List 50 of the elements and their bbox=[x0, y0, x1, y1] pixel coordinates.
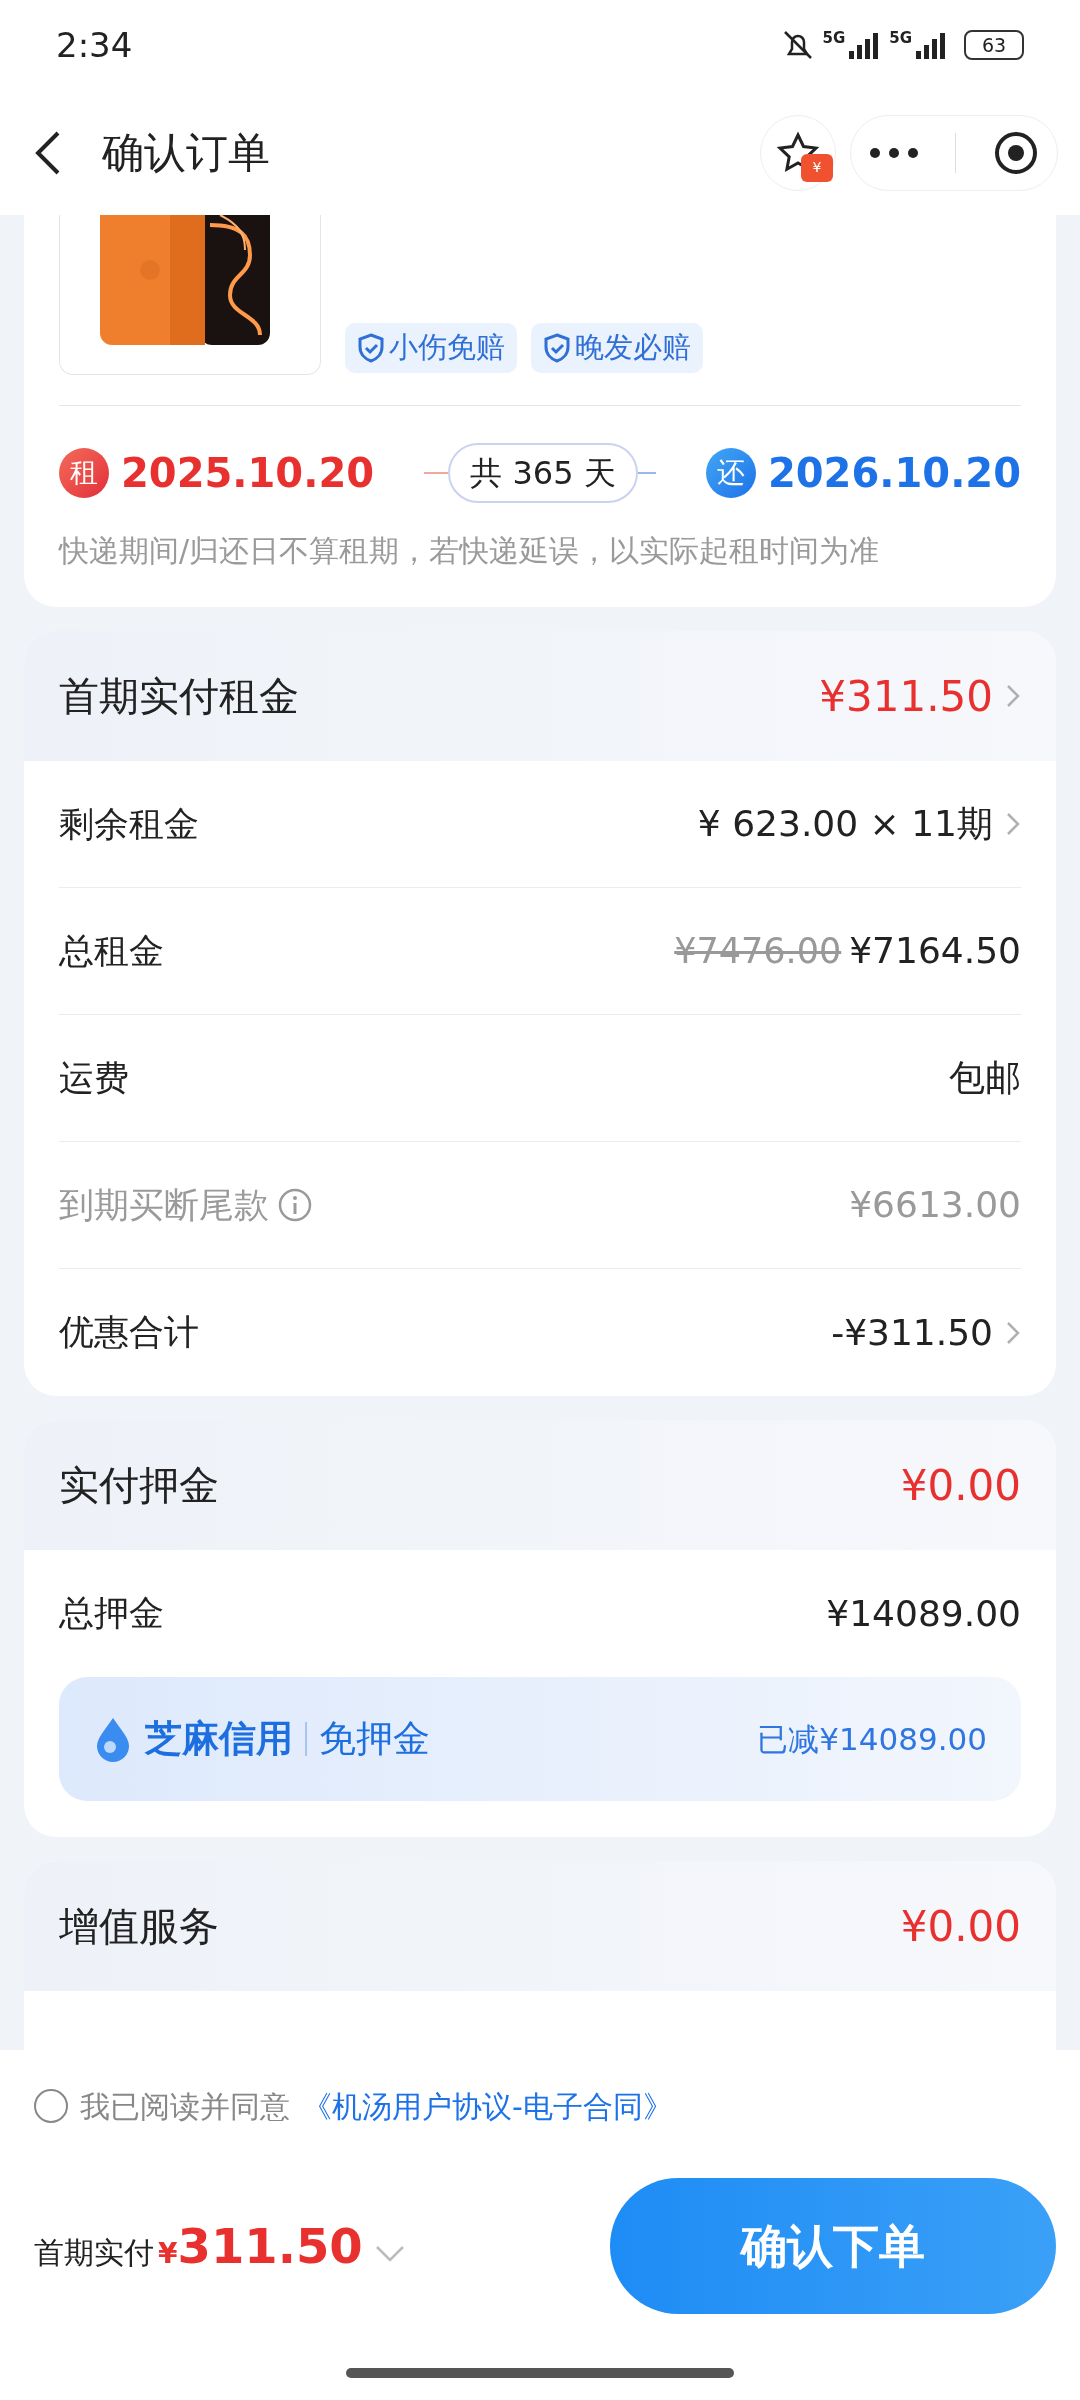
row-label: 总押金 bbox=[59, 1592, 164, 1636]
section-amount: ¥0.00 bbox=[900, 1900, 1021, 1953]
back-icon[interactable] bbox=[34, 129, 62, 176]
original-price: ¥7476.00 bbox=[674, 929, 842, 973]
row-label: 剩余租金 bbox=[59, 802, 199, 846]
reduced-amount: 已减¥14089.00 bbox=[757, 1719, 987, 1759]
more-icon[interactable] bbox=[869, 146, 920, 159]
page-title: 确认订单 bbox=[102, 127, 270, 179]
agree-checkbox[interactable] bbox=[34, 2089, 68, 2123]
row-value: ¥7164.50 bbox=[849, 929, 1021, 973]
currency-sign: ¥ bbox=[158, 2237, 178, 2272]
end-date: 2026.10.20 bbox=[767, 449, 1021, 498]
battery-level: 63 bbox=[981, 35, 1007, 55]
row-value[interactable]: ¥ 623.00 × 11期 bbox=[697, 797, 993, 851]
duration-pill: 共 365 天 bbox=[448, 443, 638, 503]
row-value[interactable]: -¥311.50 bbox=[831, 1305, 993, 1360]
row-label: 优惠合计 bbox=[59, 1311, 199, 1355]
return-badge: 还 bbox=[705, 448, 756, 498]
status-time: 2:34 bbox=[56, 23, 133, 67]
rent-badge: 租 bbox=[59, 448, 109, 498]
row-value: 包邮 bbox=[949, 1056, 1021, 1100]
total-amount: 311.50 bbox=[177, 2217, 363, 2276]
row-value: ¥14089.00 bbox=[826, 1591, 1021, 1636]
section-amount: ¥311.50 bbox=[819, 670, 993, 723]
total-label: 首期实付 bbox=[34, 2234, 154, 2272]
target-icon[interactable] bbox=[992, 129, 1039, 176]
tag-label: 小伤免赔 bbox=[389, 329, 505, 367]
coupon-badge: ¥ bbox=[801, 153, 833, 182]
agreement-link[interactable]: 《机汤用户协议-电子合同》 bbox=[302, 2083, 673, 2129]
confirm-order-button[interactable]: 确认下单 bbox=[610, 2178, 1056, 2314]
info-icon[interactable] bbox=[277, 1187, 313, 1223]
credit-label: 免押金 bbox=[319, 1716, 430, 1763]
section-title: 增值服务 bbox=[59, 1902, 219, 1951]
section-amount: ¥0.00 bbox=[900, 1459, 1021, 1512]
start-date: 2025.10.20 bbox=[121, 449, 375, 498]
credit-brand: 芝麻信用 bbox=[145, 1716, 293, 1763]
section-title: 首期实付租金 bbox=[59, 672, 299, 721]
shield-check-icon bbox=[357, 333, 385, 363]
section-title: 实付押金 bbox=[59, 1461, 219, 1510]
row-label: 总租金 bbox=[59, 929, 164, 973]
rental-note: 快递期间/归还日不算租期，若快递延误，以实际起租时间为准 bbox=[59, 532, 881, 570]
favorite-button[interactable]: ¥ bbox=[760, 114, 836, 191]
shield-check-icon bbox=[543, 333, 571, 363]
row-label: 运费 bbox=[59, 1056, 129, 1100]
network-label: 5G bbox=[889, 31, 912, 46]
tag-label: 晚发必赔 bbox=[575, 329, 691, 367]
row-value: ¥6613.00 bbox=[849, 1183, 1021, 1227]
network-label: 5G bbox=[822, 31, 846, 46]
agreement-text: 我已阅读并同意 bbox=[80, 2087, 290, 2126]
row-label: 到期买断尾款 bbox=[59, 1183, 269, 1227]
